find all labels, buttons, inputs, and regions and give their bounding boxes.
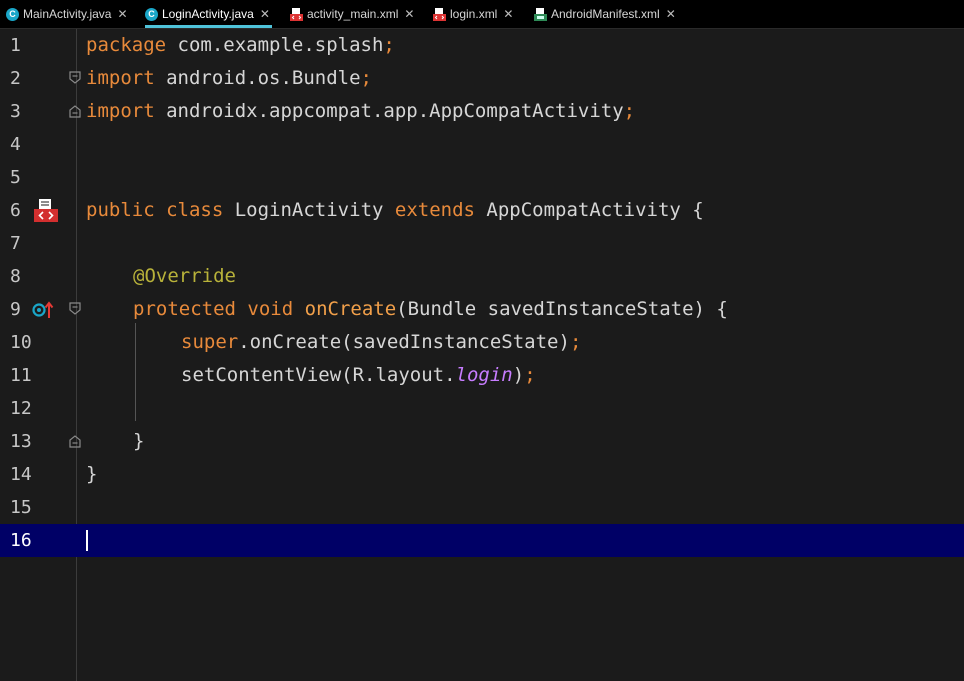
line-number: 16 [10,530,32,551]
fold-collapse-icon[interactable] [68,302,82,316]
fold-end-icon[interactable] [68,104,82,118]
close-icon[interactable]: ✕ [117,7,127,21]
line-number: 8 [10,266,21,287]
tab-login-xml[interactable]: login.xml ✕ [433,0,513,28]
close-icon[interactable]: ✕ [666,7,676,21]
tab-label: LoginActivity.java [162,7,254,21]
tab-androidmanifest-xml[interactable]: AndroidManifest.xml ✕ [534,0,676,28]
line-number: 1 [10,35,21,56]
line-number: 14 [10,464,32,485]
code-line-7[interactable]: 7 [0,227,964,260]
code-text: import androidx.appcompat.app.AppCompatA… [86,100,636,122]
code-line-2[interactable]: 2 import android.os.Bundle; [0,62,964,95]
tab-label: AndroidManifest.xml [551,7,660,21]
code-editor[interactable]: 1 package com.example.splash; 2 import a… [0,29,964,681]
code-line-16-current[interactable]: 16 [0,524,964,557]
tab-label: MainActivity.java [23,7,112,21]
code-text: setContentView(R.layout.login); [181,364,536,386]
line-number: 5 [10,167,21,188]
code-text: @Override [133,265,236,287]
code-line-10[interactable]: 10 super.onCreate(savedInstanceState); [0,326,964,359]
tab-loginactivity-java[interactable]: C LoginActivity.java ✕ [145,0,272,28]
code-text: super.onCreate(savedInstanceState); [181,331,582,353]
line-number: 7 [10,233,21,254]
fold-end-icon[interactable] [68,434,82,448]
line-number: 3 [10,101,21,122]
line-number: 12 [10,398,32,419]
code-text: public class LoginActivity extends AppCo… [86,199,704,221]
editor-tab-bar: C MainActivity.java ✕ C LoginActivity.ja… [0,0,964,29]
class-icon: C [6,7,19,21]
code-text: protected void onCreate(Bundle savedInst… [133,298,728,320]
code-line-6[interactable]: 6 public class LoginActivity extends App… [0,194,964,227]
layout-xml-icon [433,7,446,21]
code-line-13[interactable]: 13 } [0,425,964,458]
layout-xml-icon [290,7,303,21]
layout-xml-gutter-icon[interactable] [33,198,59,223]
line-number: 13 [10,431,32,452]
class-icon: C [145,7,158,21]
code-line-8[interactable]: 8 @Override [0,260,964,293]
line-number: 15 [10,497,32,518]
code-text: import android.os.Bundle; [86,67,372,89]
indent-guide [135,323,136,421]
manifest-xml-icon [534,7,547,21]
code-line-3[interactable]: 3 import androidx.appcompat.app.AppCompa… [0,95,964,128]
close-icon[interactable]: ✕ [260,7,270,21]
tab-mainactivity-java[interactable]: C MainActivity.java ✕ [6,0,128,28]
tab-activity-main-xml[interactable]: activity_main.xml ✕ [290,0,414,28]
code-text: } [133,430,145,452]
close-icon[interactable]: ✕ [404,7,414,21]
tab-label: login.xml [450,7,498,21]
line-number: 10 [10,332,32,353]
line-number: 2 [10,68,21,89]
override-method-icon[interactable] [32,301,54,319]
tab-label: activity_main.xml [307,7,399,21]
code-line-4[interactable]: 4 [0,128,964,161]
code-line-11[interactable]: 11 setContentView(R.layout.login); [0,359,964,392]
code-line-9[interactable]: 9 protected void onCreate(Bundle savedIn… [0,293,964,326]
code-text: } [86,463,98,485]
line-number: 4 [10,134,21,155]
close-icon[interactable]: ✕ [503,7,513,21]
code-line-1[interactable]: 1 package com.example.splash; [0,29,964,62]
line-number: 11 [10,365,32,386]
code-line-14[interactable]: 14 } [0,458,964,491]
code-line-5[interactable]: 5 [0,161,964,194]
fold-collapse-icon[interactable] [68,71,82,85]
code-text: package com.example.splash; [86,34,395,56]
text-caret [86,530,88,551]
code-line-12[interactable]: 12 [0,392,964,425]
code-line-15[interactable]: 15 [0,491,964,524]
